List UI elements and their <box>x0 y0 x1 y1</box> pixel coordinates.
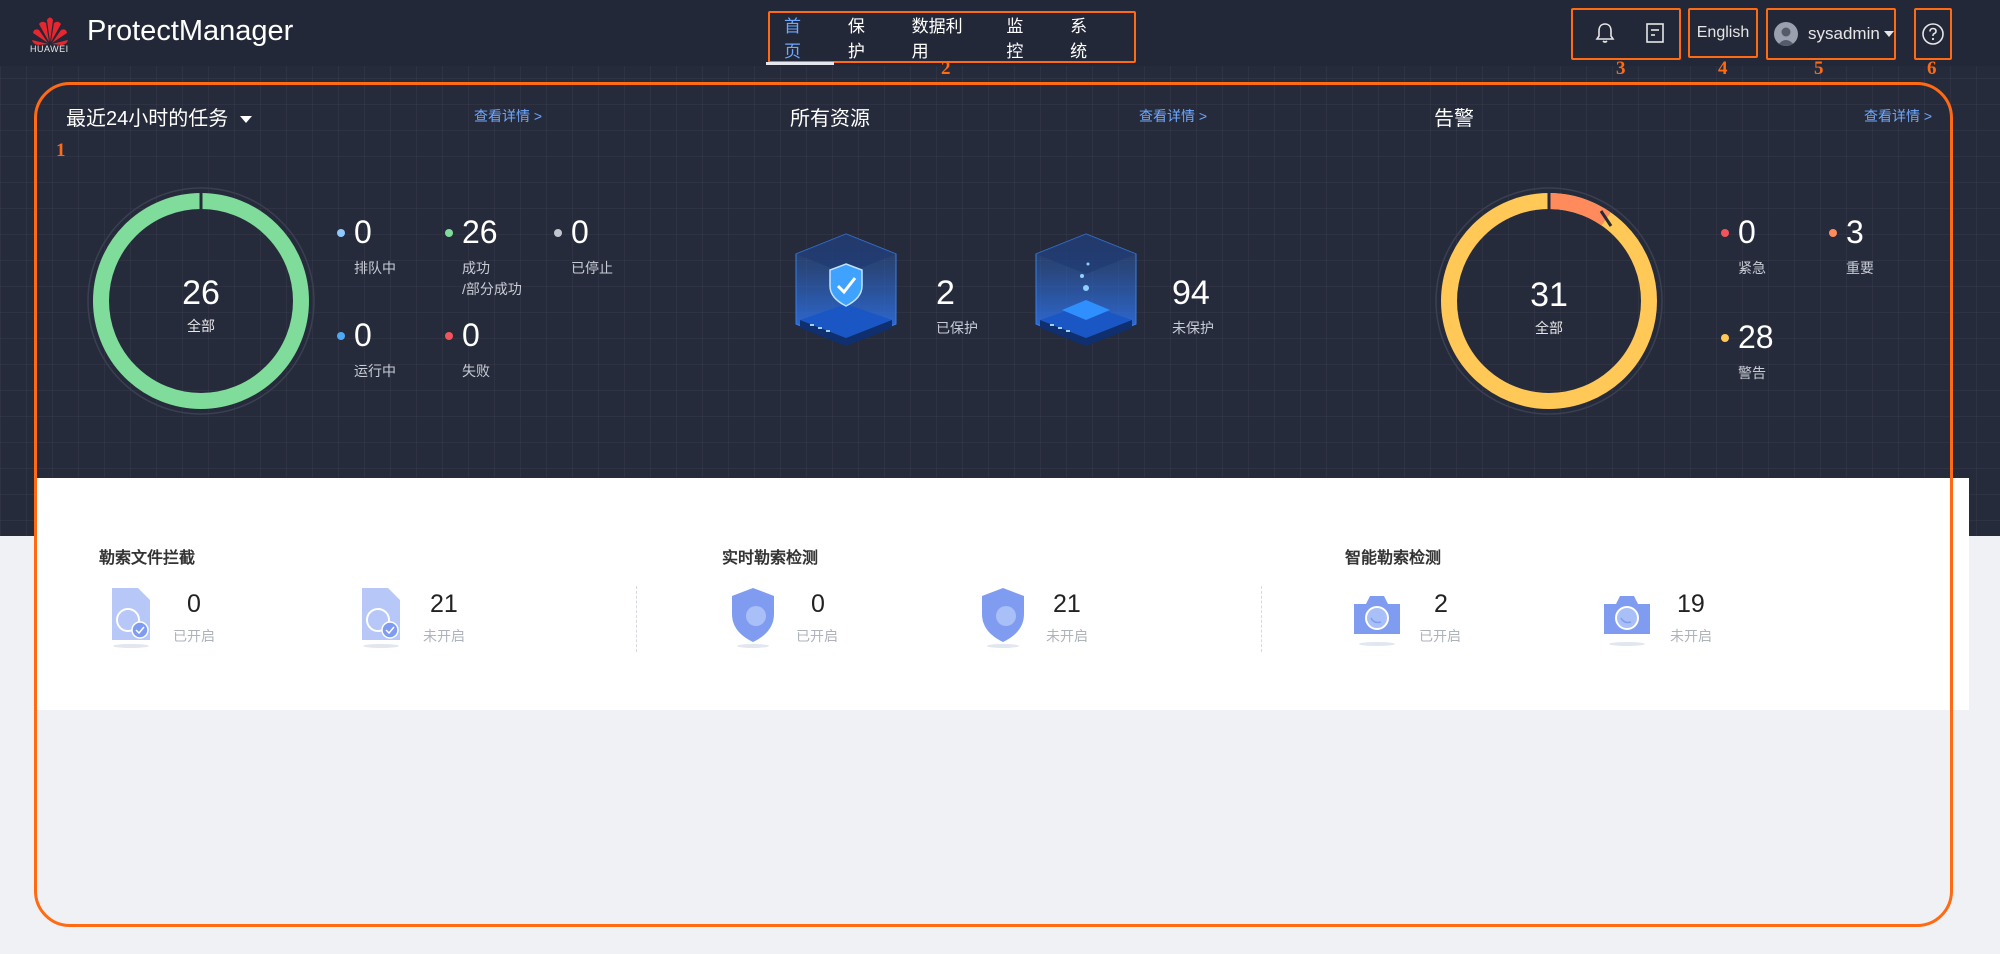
tasks-title-text: 最近24小时的任务 <box>66 108 229 130</box>
alarms-warning-value: 28 <box>1738 319 1774 355</box>
important-dot <box>1829 229 1837 237</box>
main-nav: 首页 保护 数据利用 监控 系统 <box>768 11 1136 63</box>
divider <box>636 586 637 652</box>
alarms-important-value: 3 <box>1846 214 1864 250</box>
annotation-4: 4 <box>1718 58 1728 79</box>
resources-protected-label: 已保护 <box>936 320 978 336</box>
nav-data-use[interactable]: 数据利用 <box>912 12 974 62</box>
help-icon <box>1922 23 1944 45</box>
resources-unprotected-value: 94 <box>1172 274 1210 312</box>
warning-dot <box>1721 334 1729 342</box>
nav-monitor[interactable]: 监控 <box>1006 12 1037 62</box>
nav-system[interactable]: 系统 <box>1070 12 1101 62</box>
realtime-detection-on-value: 0 <box>811 590 825 618</box>
logo-text: HUAWEI <box>30 44 69 54</box>
active-nav-underline <box>766 62 834 65</box>
annotation-1: 1 <box>56 140 66 161</box>
tasks-success-label-2: /部分成功 <box>462 281 522 297</box>
user-menu[interactable]: sysadmin <box>1766 8 1896 60</box>
stopped-dot <box>554 229 562 237</box>
tasks-total-label: 全部 <box>187 318 215 334</box>
resources-protected-value: 2 <box>936 274 955 312</box>
alarms-total-label: 全部 <box>1535 320 1563 336</box>
annotation-6: 6 <box>1927 58 1937 79</box>
language-switch[interactable]: English <box>1688 8 1758 58</box>
help-button[interactable] <box>1914 8 1952 60</box>
failed-dot <box>445 332 453 340</box>
camera-icon <box>1354 596 1400 646</box>
file-intercept-title: 勒索文件拦截 <box>99 550 196 567</box>
divider <box>1261 586 1262 652</box>
running-dot <box>337 332 345 340</box>
alarms-title: 告警 <box>1434 108 1474 130</box>
shield-icon <box>982 588 1024 648</box>
file-intercept-off-label: 未开启 <box>423 628 465 644</box>
tasks-queued-label: 排队中 <box>354 260 396 276</box>
tasks-queued-value: 0 <box>354 214 372 250</box>
user-avatar-icon <box>1774 22 1798 46</box>
resources-details-link[interactable]: 查看详情 > <box>1139 106 1207 126</box>
chevron-down-icon <box>1883 31 1894 37</box>
tasks-success-label-1: 成功 <box>462 260 490 276</box>
tasks-title[interactable]: 最近24小时的任务 <box>66 102 252 131</box>
tasks-details-link[interactable]: 查看详情 > <box>474 106 542 126</box>
tasks-success-value: 26 <box>462 214 498 250</box>
camera-icon <box>1604 596 1650 646</box>
app-title: ProtectManager <box>87 15 294 47</box>
tasks-stopped-label: 已停止 <box>571 260 613 276</box>
alarms-details-link[interactable]: 查看详情 > <box>1864 106 1932 126</box>
alarms-urgent-value: 0 <box>1738 214 1756 250</box>
success-dot <box>445 229 453 237</box>
alarms-urgent-label: 紧急 <box>1738 260 1766 276</box>
unprotected-server-icon <box>1035 233 1137 346</box>
nav-home[interactable]: 首页 <box>784 12 815 62</box>
file-intercept-off-value: 21 <box>430 590 458 618</box>
smart-detection-title: 智能勒索检测 <box>1345 550 1442 567</box>
annotation-5: 5 <box>1814 58 1824 79</box>
file-intercept-icon <box>112 588 150 648</box>
urgent-dot <box>1721 229 1729 237</box>
user-name: sysadmin <box>1808 24 1880 43</box>
shield-icon <box>732 588 774 648</box>
alarms-warning-label: 警告 <box>1738 365 1766 381</box>
resources-unprotected-label: 未保护 <box>1172 320 1214 336</box>
smart-detection-off-label: 未开启 <box>1670 628 1712 644</box>
bell-icon[interactable] <box>1593 21 1617 45</box>
alarms-important-label: 重要 <box>1846 260 1874 276</box>
document-icon[interactable] <box>1643 21 1667 45</box>
realtime-detection-title: 实时勒索检测 <box>722 550 819 567</box>
tasks-failed-label: 失败 <box>462 363 490 379</box>
realtime-detection-on-label: 已开启 <box>796 628 838 644</box>
alarms-total-value: 31 <box>1530 276 1568 314</box>
protected-shield-server-icon <box>795 233 897 346</box>
annotation-2: 2 <box>941 58 951 79</box>
tasks-total-value: 26 <box>182 274 220 312</box>
realtime-detection-off-value: 21 <box>1053 590 1081 618</box>
annotation-3: 3 <box>1616 58 1626 79</box>
resources-title: 所有资源 <box>790 108 870 130</box>
tasks-stopped-value: 0 <box>571 214 589 250</box>
file-intercept-icon <box>362 588 400 648</box>
realtime-detection-off-label: 未开启 <box>1046 628 1088 644</box>
file-intercept-on-value: 0 <box>187 590 201 618</box>
file-intercept-on-label: 已开启 <box>173 628 215 644</box>
nav-protect[interactable]: 保护 <box>848 12 879 62</box>
smart-detection-on-value: 2 <box>1434 590 1448 618</box>
tasks-running-value: 0 <box>354 317 372 353</box>
chevron-down-icon <box>239 116 252 124</box>
smart-detection-on-label: 已开启 <box>1419 628 1461 644</box>
tasks-success-label: 成功 /部分成功 <box>462 258 522 300</box>
tasks-running-label: 运行中 <box>354 363 396 379</box>
queued-dot <box>337 229 345 237</box>
tasks-failed-value: 0 <box>462 317 480 353</box>
smart-detection-off-value: 19 <box>1677 590 1705 618</box>
